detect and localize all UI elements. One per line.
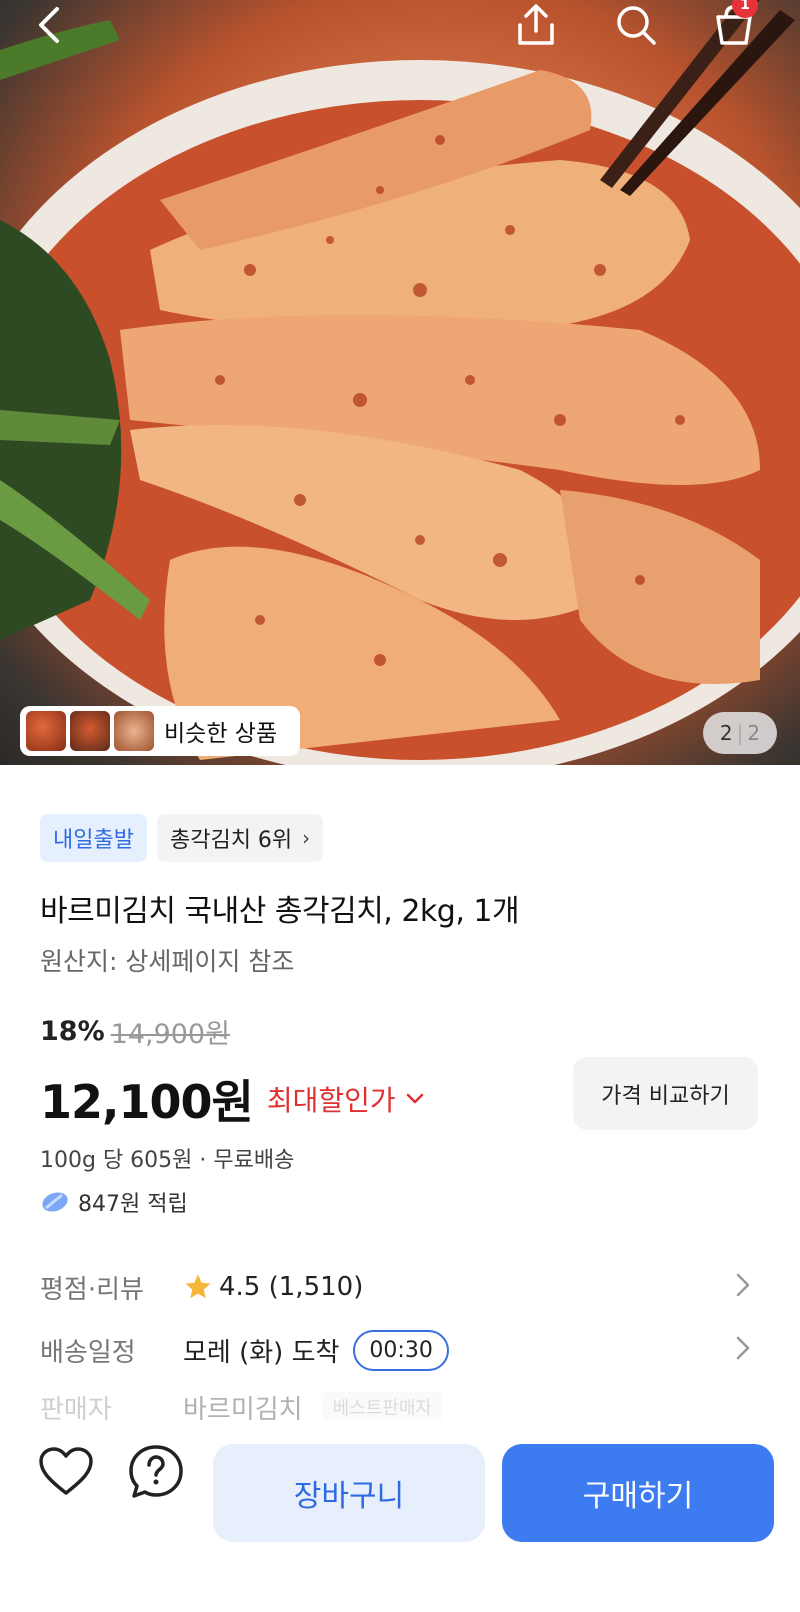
original-price: 14,900원 [110, 1019, 230, 1050]
price-row: 12,100원 최대할인가 [40, 1066, 424, 1132]
similar-thumbnail [114, 711, 154, 751]
points-label: 847원 적립 [78, 1192, 188, 1217]
search-icon[interactable] [608, 0, 664, 50]
chevron-right-icon: › [302, 826, 311, 850]
ranking-label: 총각김치 6위 [169, 828, 293, 853]
kimchi-photo [0, 0, 800, 765]
chevron-down-icon [406, 1093, 423, 1104]
seller-label: 판매자 [40, 1394, 112, 1423]
best-seller-badge: 베스트판매자 [322, 1392, 442, 1422]
price-compare-button[interactable]: 가격 비교하기 [573, 1057, 758, 1130]
ranking-tag[interactable]: 총각김치 6위 › [156, 814, 324, 862]
wishlist-heart-icon[interactable] [36, 1442, 96, 1502]
delivery-value: 모레 (화) 도착 00:30 [183, 1329, 449, 1371]
chevron-right-icon [736, 1273, 750, 1297]
current-page: 2 [719, 721, 733, 745]
max-discount-dropdown[interactable]: 최대할인가 [267, 1079, 424, 1119]
discount-row: 18% 14,900원 [40, 1012, 230, 1051]
points-row: 847원 적립 [40, 1186, 188, 1218]
page-separator: | [736, 721, 744, 745]
unit-price-shipping: 100g 당 605원 · 무료배송 [40, 1148, 295, 1173]
product-origin: 원산지: 상세페이지 참조 [40, 947, 295, 976]
similar-thumbnail [70, 711, 110, 751]
product-image-gallery[interactable]: 1 비슷한 상품 2 | 2 [0, 0, 800, 765]
add-to-cart-button[interactable]: 장바구니 [213, 1444, 485, 1542]
total-pages: 2 [747, 721, 761, 745]
similar-thumbnail [26, 711, 66, 751]
seller-value: 바르미김치 베스트판매자 [183, 1392, 442, 1422]
bottom-action-bar: 장바구니 구매하기 [0, 1420, 800, 1612]
question-help-icon[interactable] [126, 1442, 186, 1502]
buy-now-button[interactable]: 구매하기 [502, 1444, 774, 1542]
discount-percent: 18% [40, 1016, 105, 1047]
delivery-label: 배송일정 [40, 1337, 136, 1368]
rating-review-row[interactable]: 평점·리뷰 4.5 (1,510) [40, 1262, 760, 1312]
max-discount-label: 최대할인가 [266, 1084, 396, 1117]
similar-products-button[interactable]: 비슷한 상품 [20, 706, 300, 756]
delivery-tag: 내일출발 [40, 814, 147, 862]
chevron-right-icon [736, 1336, 750, 1360]
delivery-countdown-badge: 00:30 [353, 1329, 449, 1371]
product-title: 바르미김치 국내산 총각김치, 2kg, 1개 [40, 894, 520, 929]
rating-value: 4.5 (1,510) [183, 1272, 363, 1302]
seller-row[interactable]: 판매자 바르미김치 베스트판매자 [40, 1392, 760, 1422]
back-icon[interactable] [22, 0, 78, 50]
star-icon [185, 1274, 211, 1299]
delivery-date: 모레 (화) 도착 [183, 1337, 340, 1368]
sale-price: 12,100원 [40, 1075, 254, 1129]
points-icon [42, 1192, 68, 1212]
share-icon[interactable] [508, 0, 564, 50]
cart-icon[interactable]: 1 [706, 0, 762, 50]
product-tags: 내일출발 총각김치 6위 › [40, 814, 324, 862]
rating-text: 4.5 (1,510) [219, 1272, 364, 1302]
rating-label: 평점·리뷰 [40, 1274, 144, 1305]
image-page-indicator: 2 | 2 [703, 712, 777, 754]
delivery-schedule-row[interactable]: 배송일정 모레 (화) 도착 00:30 [40, 1325, 760, 1375]
similar-products-label: 비슷한 상품 [164, 721, 278, 747]
seller-name: 바르미김치 [183, 1394, 303, 1423]
